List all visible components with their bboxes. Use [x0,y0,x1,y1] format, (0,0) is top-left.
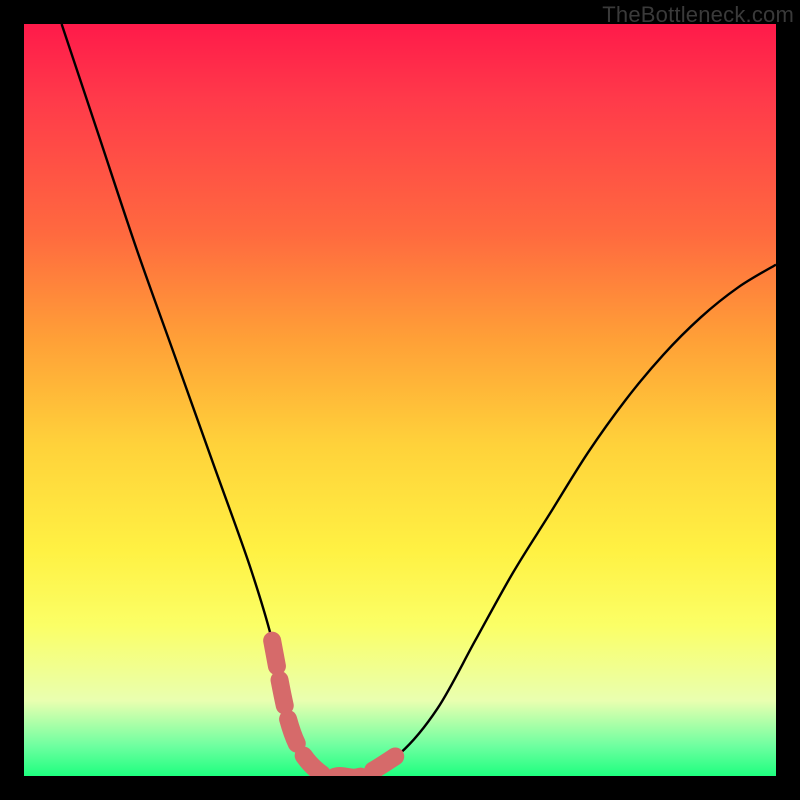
bottleneck-curve-line [62,24,776,776]
plot-area [24,24,776,776]
chart-svg [24,24,776,776]
watermark-text: TheBottleneck.com [602,2,794,28]
valley-highlight-line [272,641,400,776]
chart-frame: TheBottleneck.com [0,0,800,800]
